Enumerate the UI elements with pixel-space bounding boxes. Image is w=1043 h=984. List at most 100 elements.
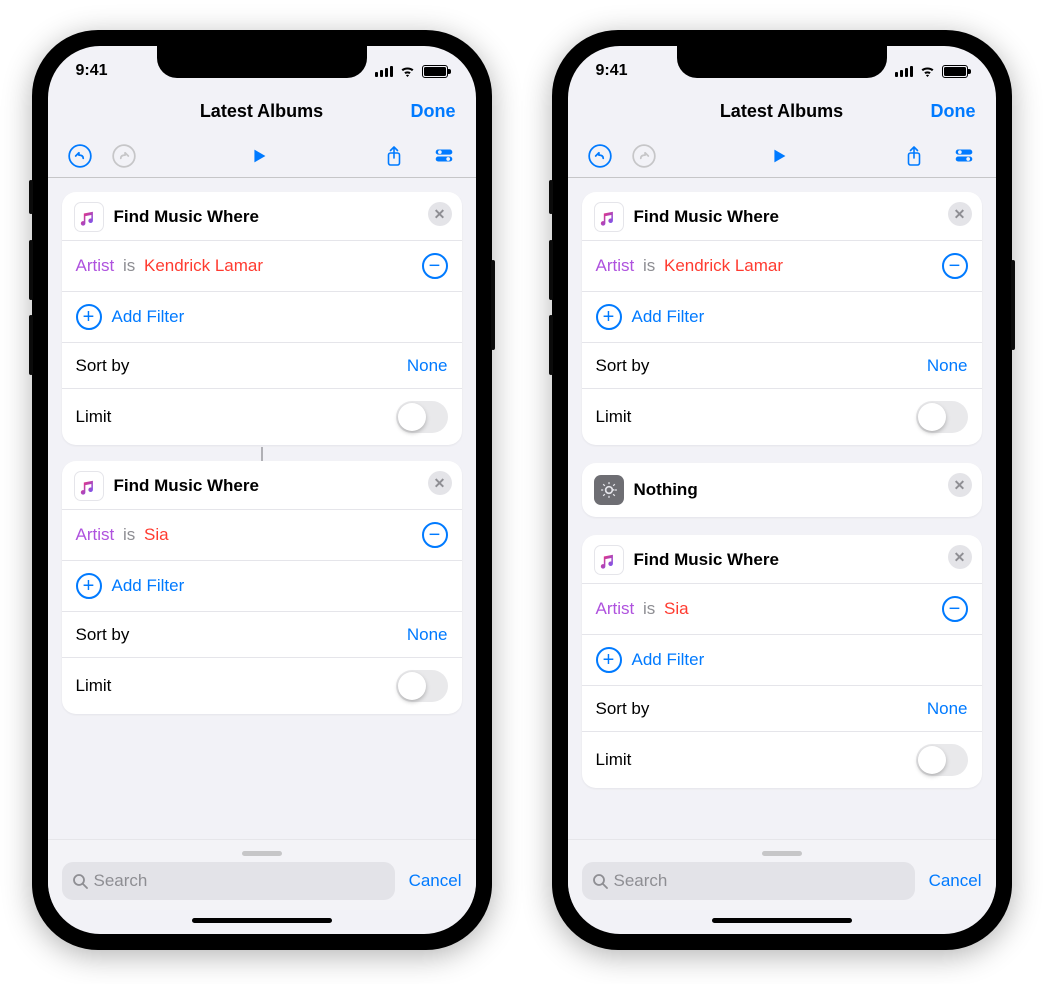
filter-row[interactable]: Artist is Sia − <box>62 509 462 560</box>
cellular-icon <box>895 65 913 77</box>
limit-switch[interactable] <box>396 401 448 433</box>
limit-row: Limit <box>582 731 982 788</box>
sheet-grabber[interactable] <box>242 851 282 856</box>
limit-row: Limit <box>582 388 982 445</box>
add-filter-row[interactable]: + Add Filter <box>582 634 982 685</box>
bottom-bar: Search Cancel <box>48 839 476 910</box>
action-card-find-music-1[interactable]: Find Music Where ✕ Artist is Kendrick La… <box>62 192 462 445</box>
sort-by-label: Sort by <box>76 356 130 376</box>
plus-icon: + <box>596 647 622 673</box>
action-card-nothing[interactable]: Nothing ✕ <box>582 463 982 517</box>
plus-icon: + <box>76 304 102 330</box>
actions-list[interactable]: Find Music Where ✕ Artist is Kendrick La… <box>48 178 476 839</box>
sort-by-value[interactable]: None <box>407 356 448 376</box>
filter-row[interactable]: Artist is Sia − <box>582 583 982 634</box>
filter-value[interactable]: Kendrick Lamar <box>144 256 263 275</box>
cellular-icon <box>375 65 393 77</box>
remove-filter-button[interactable]: − <box>422 522 448 548</box>
search-placeholder: Search <box>94 871 148 891</box>
phone-right: 9:41 Latest Albums Done <box>552 30 1012 950</box>
filter-field[interactable]: Artist <box>596 599 635 618</box>
filter-row[interactable]: Artist is Kendrick Lamar − <box>62 240 462 291</box>
add-filter-row[interactable]: + Add Filter <box>582 291 982 342</box>
remove-filter-button[interactable]: − <box>422 253 448 279</box>
card-title: Find Music Where <box>634 550 779 570</box>
filter-field[interactable]: Artist <box>76 525 115 544</box>
notch <box>677 46 887 78</box>
play-button[interactable] <box>765 142 793 170</box>
done-button[interactable]: Done <box>411 101 456 122</box>
sort-by-value[interactable]: None <box>927 356 968 376</box>
redo-button[interactable] <box>630 142 658 170</box>
remove-filter-button[interactable]: − <box>942 596 968 622</box>
filter-value[interactable]: Sia <box>664 599 689 618</box>
remove-card-button[interactable]: ✕ <box>948 545 972 569</box>
cancel-button[interactable]: Cancel <box>409 871 462 891</box>
actions-list[interactable]: Find Music Where ✕ Artist is Kendrick La… <box>568 178 996 839</box>
bottom-bar: Search Cancel <box>568 839 996 910</box>
filter-value[interactable]: Sia <box>144 525 169 544</box>
filter-op[interactable]: is <box>123 256 135 275</box>
sort-by-row[interactable]: Sort by None <box>582 342 982 388</box>
share-button[interactable] <box>380 142 408 170</box>
card-title: Find Music Where <box>114 207 259 227</box>
search-placeholder: Search <box>614 871 668 891</box>
sort-by-row[interactable]: Sort by None <box>62 342 462 388</box>
battery-icon <box>422 65 448 78</box>
remove-card-button[interactable]: ✕ <box>948 202 972 226</box>
phone-left: 9:41 Latest Albums Done <box>32 30 492 950</box>
settings-button[interactable] <box>950 142 978 170</box>
limit-switch[interactable] <box>916 401 968 433</box>
play-button[interactable] <box>245 142 273 170</box>
home-indicator[interactable] <box>48 910 476 934</box>
filter-row[interactable]: Artist is Kendrick Lamar − <box>582 240 982 291</box>
status-time: 9:41 <box>596 62 628 80</box>
sort-by-row[interactable]: Sort by None <box>62 611 462 657</box>
remove-card-button[interactable]: ✕ <box>428 202 452 226</box>
undo-button[interactable] <box>66 142 94 170</box>
toolbar <box>48 134 476 178</box>
redo-button[interactable] <box>110 142 138 170</box>
plus-icon: + <box>596 304 622 330</box>
filter-op[interactable]: is <box>643 599 655 618</box>
undo-button[interactable] <box>586 142 614 170</box>
search-input[interactable]: Search <box>582 862 915 900</box>
action-card-find-music-2[interactable]: Find Music Where ✕ Artist is Sia − + Add… <box>62 461 462 714</box>
limit-switch[interactable] <box>916 744 968 776</box>
action-card-find-music-2[interactable]: Find Music Where ✕ Artist is Sia − + Add… <box>582 535 982 788</box>
settings-button[interactable] <box>430 142 458 170</box>
sort-by-row[interactable]: Sort by None <box>582 685 982 731</box>
add-filter-row[interactable]: + Add Filter <box>62 291 462 342</box>
filter-value[interactable]: Kendrick Lamar <box>664 256 783 275</box>
filter-field[interactable]: Artist <box>596 256 635 275</box>
limit-label: Limit <box>76 676 112 696</box>
filter-op[interactable]: is <box>123 525 135 544</box>
sort-by-label: Sort by <box>596 699 650 719</box>
music-app-icon <box>594 202 624 232</box>
sort-by-value[interactable]: None <box>927 699 968 719</box>
wifi-icon <box>919 65 936 78</box>
status-time: 9:41 <box>76 62 108 80</box>
nav-bar: Latest Albums Done <box>48 90 476 134</box>
plus-icon: + <box>76 573 102 599</box>
cancel-button[interactable]: Cancel <box>929 871 982 891</box>
remove-card-button[interactable]: ✕ <box>948 473 972 497</box>
wifi-icon <box>399 65 416 78</box>
remove-filter-button[interactable]: − <box>942 253 968 279</box>
add-filter-label: Add Filter <box>632 650 705 670</box>
sheet-grabber[interactable] <box>762 851 802 856</box>
nav-bar: Latest Albums Done <box>568 90 996 134</box>
add-filter-row[interactable]: + Add Filter <box>62 560 462 611</box>
done-button[interactable]: Done <box>931 101 976 122</box>
filter-field[interactable]: Artist <box>76 256 115 275</box>
home-indicator[interactable] <box>568 910 996 934</box>
remove-card-button[interactable]: ✕ <box>428 471 452 495</box>
search-input[interactable]: Search <box>62 862 395 900</box>
action-card-find-music-1[interactable]: Find Music Where ✕ Artist is Kendrick La… <box>582 192 982 445</box>
share-button[interactable] <box>900 142 928 170</box>
sort-by-label: Sort by <box>76 625 130 645</box>
filter-op[interactable]: is <box>643 256 655 275</box>
page-title: Latest Albums <box>720 101 843 122</box>
sort-by-value[interactable]: None <box>407 625 448 645</box>
limit-switch[interactable] <box>396 670 448 702</box>
